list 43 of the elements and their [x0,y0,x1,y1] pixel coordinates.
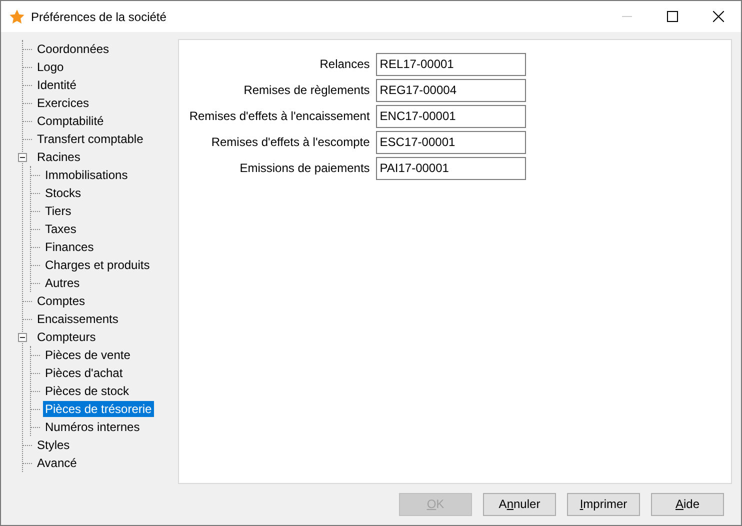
dialog-button[interactable]: Imprimer [567,492,640,516]
field-label: Remises d'effets à l'escompte [210,134,371,151]
tree-item[interactable]: Autres [43,275,82,291]
tree-item[interactable]: Pièces de stock [43,383,132,399]
dialog-button[interactable]: Aide [651,492,724,516]
tree-item[interactable]: Logo [35,59,66,75]
input-field[interactable]: REG17-00004 [376,78,526,102]
input-field[interactable]: PAI17-00001 [376,156,526,180]
tree-item[interactable]: Immobilisations [43,167,130,183]
tree-item[interactable]: Charges et produits [43,257,152,273]
tree-item[interactable]: Styles [35,437,72,453]
tree-item[interactable]: Stocks [43,185,84,201]
tree-item[interactable]: Finances [43,239,96,255]
star-icon [9,8,25,24]
close-icon[interactable] [713,11,724,22]
dialog-button[interactable]: Annuler [483,492,556,516]
field-label: Remises d'effets à l'encaissement [188,108,371,125]
tree-item[interactable]: Taxes [43,221,78,237]
collapse-icon[interactable] [18,332,27,342]
input-field[interactable]: ENC17-00001 [376,104,526,128]
tree-item[interactable]: Racines [35,149,82,165]
input-field[interactable]: ESC17-00001 [376,130,526,154]
tree-item[interactable]: Numéros internes [43,419,142,435]
tree-item[interactable]: Transfert comptable [35,131,146,147]
tree-item[interactable]: Comptabilité [35,113,106,129]
field-label: Remises de règlements [242,82,371,99]
tree-item[interactable]: Comptes [35,293,88,309]
tree-item[interactable]: Pièces de vente [43,347,132,363]
tree-item[interactable]: Pièces d'achat [43,365,125,381]
window-title: Préférences de la société [31,8,166,26]
tree-item[interactable]: Identité [35,77,78,93]
tree-item[interactable]: Pièces de trésorerie [43,401,154,417]
field-label: Emissions de paiements [238,160,371,177]
maximize-icon[interactable] [667,11,678,22]
tree-item[interactable]: Compteurs [35,329,98,345]
field-label: Relances [318,56,371,73]
tree-item[interactable]: Encaissements [35,311,120,327]
tree-item[interactable]: Coordonnées [35,41,112,57]
collapse-icon[interactable] [18,152,27,162]
input-field[interactable]: REL17-00001 [376,52,526,76]
tree-item[interactable]: Avancé [35,455,79,471]
tree-item[interactable]: Tiers [43,203,74,219]
tree-item[interactable]: Exercices [35,95,92,111]
